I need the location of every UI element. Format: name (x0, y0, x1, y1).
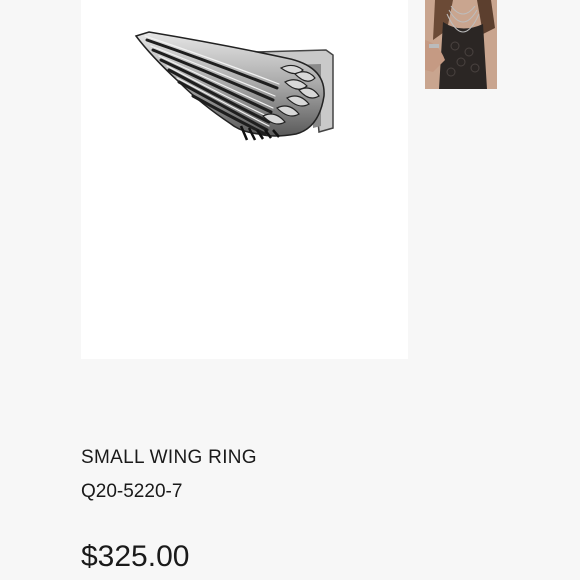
product-sku: Q20-5220-7 (81, 481, 183, 502)
product-title: SMALL WING RING (81, 447, 257, 468)
model-photo-thumbnail (425, 0, 497, 89)
product-thumbnail[interactable] (425, 0, 497, 89)
wing-ring-illustration (134, 31, 334, 141)
product-price: $325.00 (81, 540, 190, 573)
product-main-image[interactable] (81, 0, 408, 359)
